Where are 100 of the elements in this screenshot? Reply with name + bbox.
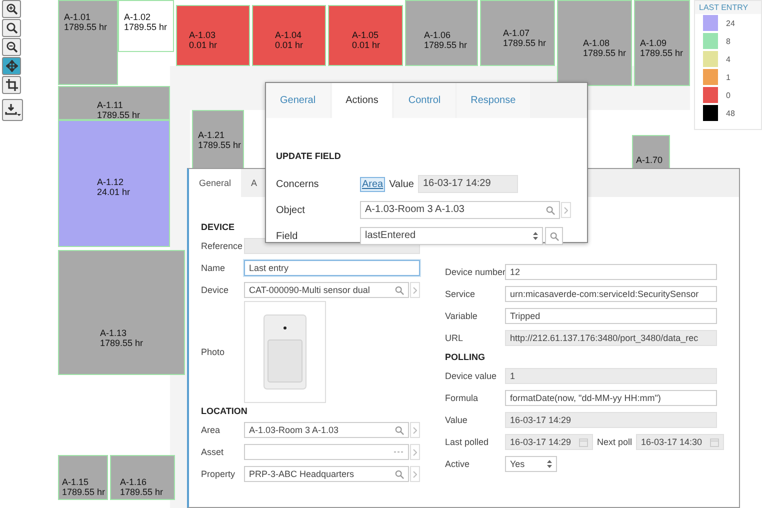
room-area[interactable] bbox=[176, 5, 250, 66]
area-toggle[interactable]: Area bbox=[360, 176, 386, 192]
search-icon bbox=[395, 286, 404, 294]
field-value: lastEntered bbox=[365, 229, 416, 243]
room-hours: 1789.55 hr bbox=[640, 48, 684, 58]
field-label: Variable bbox=[445, 311, 478, 321]
text-field[interactable]: Tripped bbox=[505, 308, 717, 324]
field-label: Object bbox=[276, 204, 306, 216]
room-name: A-1.12 bbox=[97, 177, 125, 187]
tab[interactable]: A bbox=[241, 169, 268, 197]
field-value: CAT-000090-Multi sensor dual bbox=[249, 284, 370, 297]
room-area[interactable] bbox=[58, 455, 108, 500]
section-heading: UPDATE FIELD bbox=[276, 151, 342, 161]
room-hours: 1789.55 hr bbox=[198, 140, 242, 150]
lookup-field[interactable]: CAT-000090-Multi sensor dual bbox=[244, 282, 409, 298]
search-icon bbox=[395, 426, 404, 434]
tab[interactable]: General bbox=[266, 83, 330, 118]
field-value: A-1.03-Room 3 A-1.03 bbox=[249, 424, 339, 437]
zoom-button[interactable] bbox=[2, 19, 21, 37]
lookup-field[interactable]: A-1.03-Room 3 A-1.03 bbox=[360, 201, 560, 219]
field-label: Last polled bbox=[445, 437, 490, 447]
room-hours: 1789.55 hr bbox=[124, 22, 168, 32]
room-name: A-1.03 bbox=[189, 30, 217, 40]
room-area[interactable] bbox=[58, 86, 170, 120]
room-area[interactable] bbox=[634, 0, 690, 86]
tab[interactable]: General bbox=[189, 169, 242, 197]
updown-icon bbox=[533, 232, 538, 240]
room-hours: 1789.55 hr bbox=[62, 487, 106, 497]
readonly-field[interactable]: 16-03-17 14:29 bbox=[505, 412, 717, 428]
date-field[interactable]: 16-03-17 14:29 bbox=[505, 434, 593, 450]
readonly-field[interactable]: 16-03-17 14:29 bbox=[418, 175, 518, 193]
room-area[interactable] bbox=[632, 135, 670, 169]
search-button[interactable] bbox=[545, 227, 563, 245]
move-tool-button[interactable] bbox=[2, 57, 21, 75]
select-field[interactable]: Yes bbox=[505, 456, 557, 472]
room-name: A-1.09 bbox=[640, 38, 668, 48]
lookup-field[interactable]: A-1.03-Room 3 A-1.03 bbox=[244, 422, 409, 438]
crop-button[interactable] bbox=[2, 76, 21, 94]
field-value: PRP-3-ABC Headquarters bbox=[249, 468, 354, 481]
date-field[interactable]: 16-03-17 14:30 bbox=[636, 434, 724, 450]
search-icon bbox=[546, 206, 555, 214]
room-area[interactable] bbox=[480, 0, 555, 66]
room-area[interactable] bbox=[328, 5, 403, 66]
select-field[interactable]: lastEntered bbox=[360, 227, 543, 245]
room-name: A-1.08 bbox=[583, 38, 611, 48]
lookup-field[interactable] bbox=[244, 444, 409, 460]
field-label: Photo bbox=[201, 347, 226, 357]
room-area[interactable] bbox=[110, 455, 175, 500]
zoom-in-button[interactable] bbox=[2, 0, 21, 18]
chevron-icon bbox=[413, 426, 417, 434]
room-hours: 1789.55 hr bbox=[424, 40, 468, 50]
field-label: Area bbox=[201, 425, 222, 435]
room-area[interactable] bbox=[252, 5, 326, 66]
legend-title: LAST ENTRY bbox=[695, 1, 761, 14]
legend-label: 4 bbox=[726, 54, 730, 64]
text-field[interactable]: urn:micasaverde-com:serviceId:SecuritySensor bbox=[505, 286, 717, 302]
readonly-field[interactable]: http://212.61.137.176:3480/port_3480/data_rec bbox=[505, 330, 717, 346]
text-field[interactable]: Last entry bbox=[244, 260, 420, 276]
tab[interactable]: Response bbox=[456, 83, 530, 118]
legend-label: 24 bbox=[726, 18, 735, 28]
room-name: A-1.13 bbox=[100, 328, 128, 338]
room-area[interactable] bbox=[405, 0, 478, 66]
more-icon bbox=[394, 450, 404, 454]
room-area[interactable] bbox=[58, 0, 118, 85]
field-label: Device bbox=[201, 285, 230, 295]
section-heading: POLLING bbox=[445, 351, 485, 364]
field-label: Concerns bbox=[276, 178, 320, 190]
room-name: A-1.06 bbox=[424, 30, 452, 40]
field-label: Field bbox=[276, 230, 299, 242]
legend-label: 48 bbox=[726, 108, 735, 118]
room-name: A-1.11 bbox=[97, 100, 124, 110]
zoom-out-button[interactable] bbox=[2, 38, 21, 56]
readonly-field[interactable]: 1 bbox=[505, 368, 717, 384]
legend-label: 1 bbox=[726, 72, 730, 82]
lookup-field[interactable]: PRP-3-ABC Headquarters bbox=[244, 466, 409, 482]
legend-label: 8 bbox=[726, 36, 730, 46]
text-field[interactable]: formatDate(now, "dd-MM-yy HH:mm") bbox=[505, 390, 717, 406]
room-hours: 24.01 hr bbox=[97, 187, 130, 197]
room-name: A-1.07 bbox=[503, 28, 531, 38]
tab[interactable]: Actions bbox=[332, 83, 392, 118]
field-label: URL bbox=[445, 333, 464, 343]
chevron-icon bbox=[413, 448, 417, 456]
room-name: A-1.21 bbox=[198, 130, 226, 140]
updown-icon bbox=[547, 460, 552, 468]
room-name: A-1.02 bbox=[124, 12, 152, 22]
search-icon bbox=[395, 470, 404, 478]
calendar-icon bbox=[579, 438, 588, 446]
room-area[interactable] bbox=[118, 0, 174, 52]
room-name: A-1.70 bbox=[636, 155, 663, 165]
field-label: Device value bbox=[445, 371, 498, 381]
field-value: Yes bbox=[510, 458, 525, 471]
section-heading: LOCATION bbox=[201, 405, 248, 418]
text-field[interactable]: 12 bbox=[505, 264, 717, 280]
tab[interactable]: Control bbox=[394, 83, 455, 118]
room-name: A-1.16 bbox=[120, 477, 148, 487]
legend-label: 0 bbox=[726, 90, 730, 100]
download-button[interactable] bbox=[2, 99, 23, 121]
search-icon bbox=[550, 232, 558, 240]
room-area[interactable] bbox=[192, 110, 244, 170]
room-hours: 1789.55 hr bbox=[97, 110, 140, 120]
